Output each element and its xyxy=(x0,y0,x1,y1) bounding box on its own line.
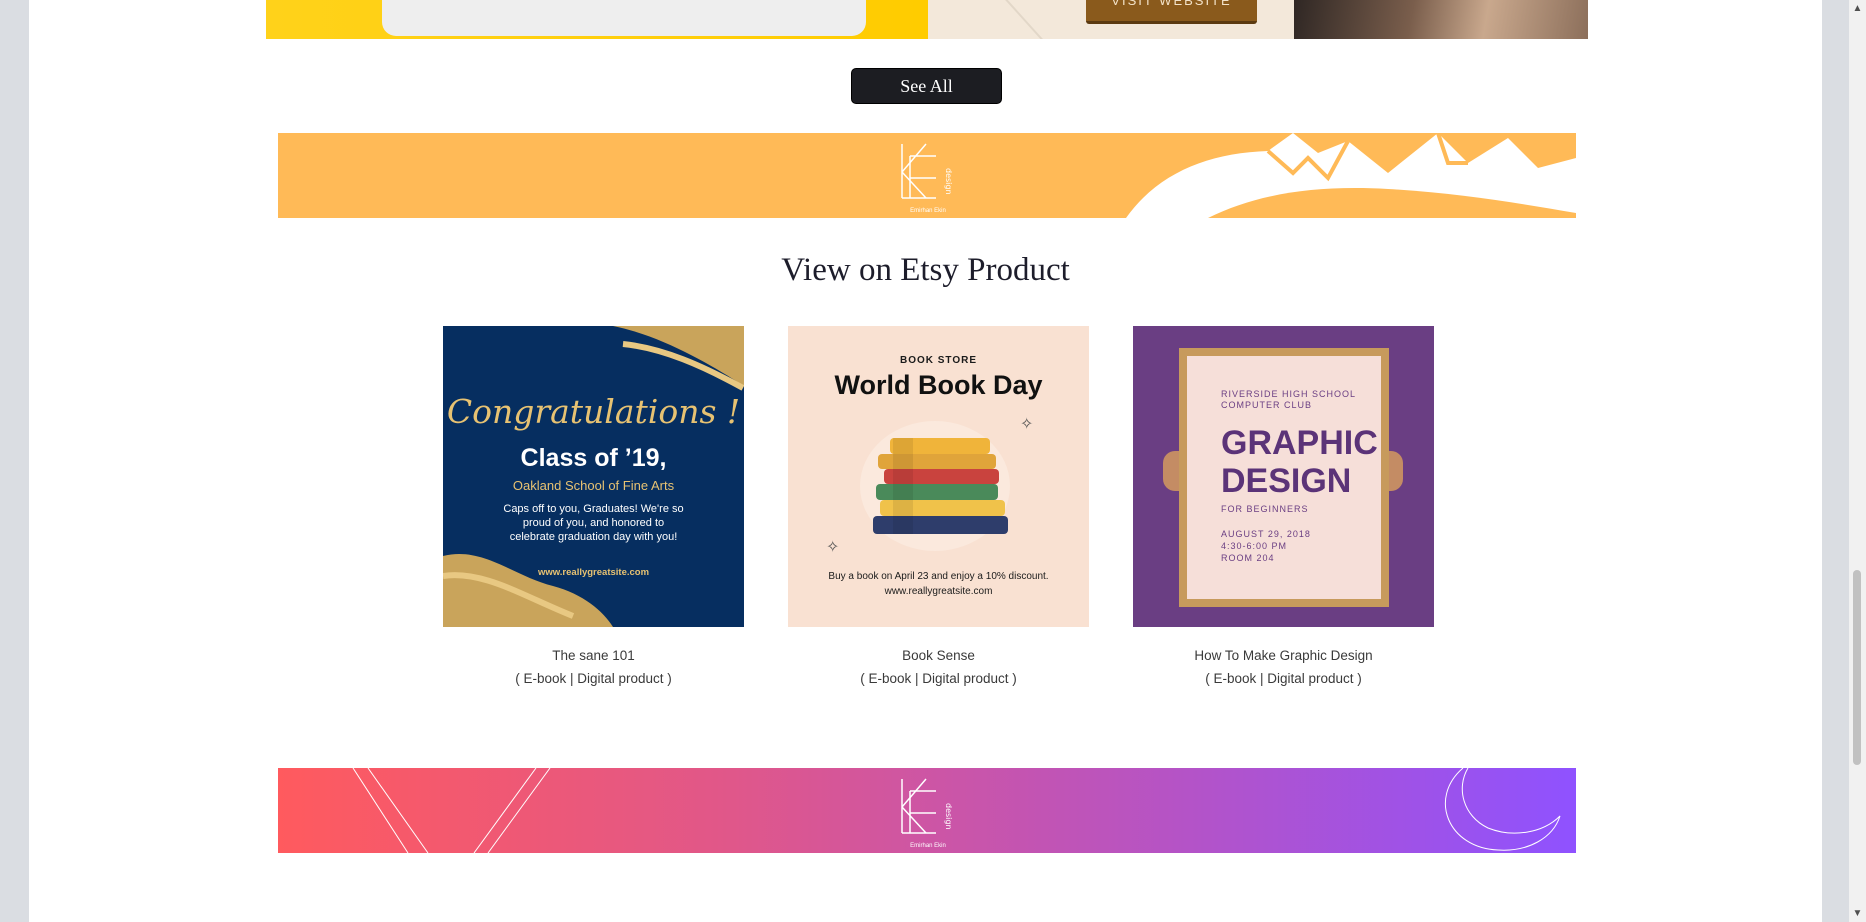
svg-text:✧: ✧ xyxy=(826,537,839,556)
product-type: ( E-book | Digital product ) xyxy=(860,671,1017,686)
product-image[interactable]: BOOK STORE World Book Day ✧ ✧ Buy a book… xyxy=(788,326,1089,627)
card-body: Caps off to you, Graduates! We're so pro… xyxy=(503,503,684,543)
product-title[interactable]: Book Sense xyxy=(788,648,1089,663)
scroll-down-icon[interactable]: ▼ xyxy=(1849,905,1866,922)
poster-date-line: AUGUST 29, 2018 xyxy=(1221,529,1311,539)
hero-photo-panel xyxy=(1294,0,1588,39)
card-script-text: Congratulations ! xyxy=(446,392,741,431)
vertical-scrollbar[interactable]: ▲ ▼ xyxy=(1849,0,1866,922)
orange-banner: design Emirhan Ekin xyxy=(278,133,1576,218)
card-footer-line: Buy a book on April 23 and enjoy a 10% d… xyxy=(828,571,1049,582)
section-title: View on Etsy Product xyxy=(781,252,1070,288)
see-all-button[interactable]: See All xyxy=(851,68,1002,104)
product-card[interactable]: Congratulations ! Class of ’19, Oakland … xyxy=(443,326,744,686)
card-site: www.reallygreatsite.com xyxy=(537,567,650,578)
hero-strip: VISIT WEBSITE xyxy=(266,0,1588,39)
poster-date-line: 4:30-6:00 PM xyxy=(1221,541,1288,551)
card-school: Oakland School of Fine Arts xyxy=(512,478,675,493)
scroll-thumb[interactable] xyxy=(1853,570,1861,765)
brand-logo: design Emirhan Ekin xyxy=(896,773,960,849)
product-type: ( E-book | Digital product ) xyxy=(1205,671,1362,686)
card-footer-site: www.reallygreatsite.com xyxy=(884,586,993,597)
product-title[interactable]: The sane 101 xyxy=(443,648,744,663)
logo-name: Emirhan Ekin xyxy=(910,208,946,214)
visit-website-button[interactable]: VISIT WEBSITE xyxy=(1086,0,1257,24)
card-footer: Buy a book on April 23 and enjoy a 10% d… xyxy=(788,569,1089,599)
logo-mark: design xyxy=(901,778,953,834)
logo-name: Emirhan Ekin xyxy=(910,843,946,849)
gradient-banner: design Emirhan Ekin xyxy=(278,768,1576,853)
hero-decor-line xyxy=(1004,0,1054,39)
gold-brush-decor xyxy=(443,326,744,627)
card-headline: Class of ’19, xyxy=(520,444,667,472)
poster-content: RIVERSIDE HIGH SCHOOL COMPUTER CLUB GRAP… xyxy=(1141,334,1434,627)
brand-logo: design Emirhan Ekin xyxy=(896,138,960,214)
hero-card xyxy=(382,0,866,36)
poster-kicker-line: COMPUTER CLUB xyxy=(1221,400,1313,410)
poster-headline-line: GRAPHIC xyxy=(1221,424,1378,462)
poster-subtitle: FOR BEGINNERS xyxy=(1221,504,1309,514)
svg-text:design: design xyxy=(944,803,953,830)
poster-frame: RIVERSIDE HIGH SCHOOL COMPUTER CLUB GRAP… xyxy=(1179,348,1389,607)
svg-text:✧: ✧ xyxy=(1020,414,1033,433)
product-image[interactable]: Congratulations ! Class of ’19, Oakland … xyxy=(443,326,744,627)
poster-date-line: ROOM 204 xyxy=(1221,553,1275,563)
product-card[interactable]: BOOK STORE World Book Day ✧ ✧ Buy a book… xyxy=(788,326,1089,686)
product-title[interactable]: How To Make Graphic Design xyxy=(1133,648,1434,663)
hero-beige-panel: VISIT WEBSITE xyxy=(928,0,1294,39)
svg-text:design: design xyxy=(944,168,953,195)
hero-yellow-panel xyxy=(266,0,928,39)
page: VISIT WEBSITE See All design Emirhan Eki… xyxy=(29,0,1822,922)
poster-kicker-line: RIVERSIDE HIGH SCHOOL xyxy=(1221,389,1357,399)
poster-date: AUGUST 29, 2018 4:30-6:00 PM ROOM 204 xyxy=(1221,528,1311,564)
scroll-up-icon[interactable]: ▲ xyxy=(1849,0,1866,17)
product-card[interactable]: RIVERSIDE HIGH SCHOOL COMPUTER CLUB GRAP… xyxy=(1133,326,1434,686)
logo-mark: design xyxy=(901,143,953,199)
poster-kicker: RIVERSIDE HIGH SCHOOL COMPUTER CLUB xyxy=(1221,389,1356,411)
poster-headline-line: DESIGN xyxy=(1221,462,1352,500)
poster-headline: GRAPHIC DESIGN xyxy=(1221,424,1378,500)
product-image[interactable]: RIVERSIDE HIGH SCHOOL COMPUTER CLUB GRAP… xyxy=(1133,326,1434,627)
product-type: ( E-book | Digital product ) xyxy=(515,671,672,686)
